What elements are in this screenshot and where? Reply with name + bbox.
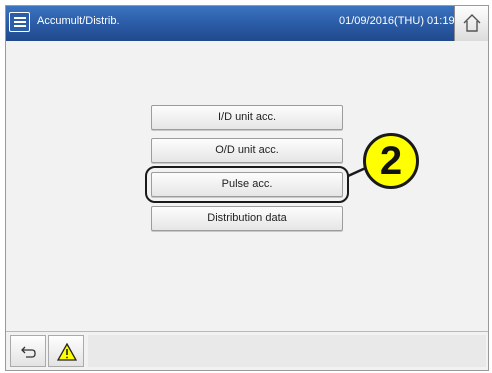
back-button[interactable] — [10, 335, 46, 367]
screen-frame: Accumult/Distrib. 01/09/2016(THU) 01:19 … — [5, 5, 489, 371]
distribution-data-button[interactable]: Distribution data — [151, 206, 343, 231]
footer-empty-area — [88, 335, 486, 367]
date-time: 01/09/2016(THU) 01:19 — [339, 15, 455, 27]
list-menu-icon[interactable] — [9, 12, 30, 32]
callout-number-badge: 2 — [363, 133, 419, 189]
pulse-acc-highlight — [145, 166, 349, 203]
page-title: Accumult/Distrib. — [37, 15, 120, 27]
warning-button[interactable] — [48, 335, 84, 367]
id-unit-acc-button[interactable]: I/D unit acc. — [151, 105, 343, 130]
home-button[interactable] — [454, 6, 488, 41]
main-content: I/D unit acc. O/D unit acc. Pulse acc. D… — [6, 41, 488, 331]
warning-triangle-icon — [57, 343, 77, 361]
return-arrow-icon — [21, 346, 36, 358]
home-icon — [463, 14, 481, 32]
footer-bar — [6, 331, 488, 370]
title-bar: Accumult/Distrib. 01/09/2016(THU) 01:19 — [6, 6, 488, 41]
od-unit-acc-button[interactable]: O/D unit acc. — [151, 138, 343, 163]
